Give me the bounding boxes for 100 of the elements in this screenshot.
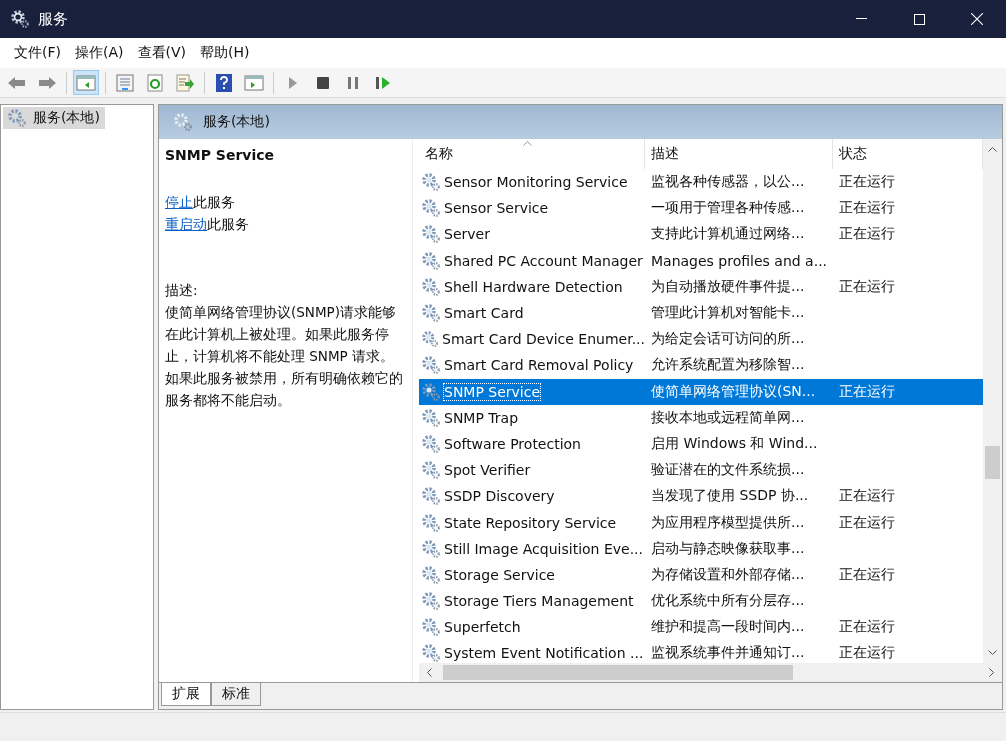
- refresh-icon: [145, 73, 165, 92]
- description-cell: 启用 Windows 和 Wind...: [651, 434, 818, 453]
- view-tab[interactable]: 扩展: [161, 683, 211, 706]
- gears-icon: [173, 112, 193, 132]
- console-tree-button[interactable]: [73, 70, 99, 95]
- gears-icon: [421, 381, 441, 402]
- horizontal-scrollbar[interactable]: [419, 663, 1002, 682]
- service-name-cell: Smart Card Removal Policy: [444, 357, 634, 374]
- window-title: 服务: [38, 9, 68, 29]
- service-row[interactable]: Server 支持此计算机通过网络... 正在运行: [419, 221, 983, 248]
- service-name-cell: Shared PC Account Manager: [444, 252, 643, 269]
- description-cell: Manages profiles and a...: [651, 252, 828, 269]
- vertical-scrollbar[interactable]: [983, 139, 1002, 663]
- service-row[interactable]: Smart Card 管理此计算机对智能卡...: [419, 299, 983, 327]
- document-icon: [115, 73, 135, 92]
- service-row[interactable]: Smart Card Device Enumer... 为给定会话可访问的所...: [419, 326, 983, 353]
- tree-item[interactable]: 服务(本地): [3, 107, 105, 129]
- scroll-up-icon: [988, 147, 997, 152]
- status-cell: 正在运行: [839, 225, 895, 244]
- panel-title: 服务(本地): [203, 113, 270, 131]
- scroll-down-icon: [988, 650, 997, 655]
- description-cell: 一项用于管理各种传感...: [651, 199, 805, 218]
- gears-icon: [421, 276, 441, 297]
- gears-icon: [421, 486, 441, 507]
- description-cell: 接收本地或远程简单网...: [651, 408, 805, 427]
- gears-icon: [421, 564, 441, 585]
- status-cell: 正在运行: [839, 618, 895, 637]
- description-cell: 为存储设置和外部存储...: [651, 565, 805, 584]
- service-name-cell: Sensor Service: [444, 200, 549, 217]
- service-row[interactable]: SNMP Service 使简单网络管理协议(SN... 正在运行: [419, 378, 983, 405]
- scroll-thumb[interactable]: [443, 665, 793, 680]
- status-cell: 正在运行: [839, 513, 895, 532]
- service-row[interactable]: Software Protection 启用 Windows 和 Wind...: [419, 430, 983, 458]
- pane-icon: [76, 73, 96, 92]
- service-row[interactable]: Still Image Acquisition Eve... 启动与静态映像获取事...: [419, 535, 983, 562]
- service-name: SNMP Service: [165, 147, 276, 163]
- gears-icon: [10, 9, 30, 29]
- gears-icon: [421, 329, 439, 350]
- description-cell: 当发现了使用 SSDP 协...: [651, 487, 809, 506]
- close-icon: [971, 13, 983, 25]
- service-row[interactable]: Superfetch 维护和提高一段时间内... 正在运行: [419, 614, 983, 641]
- gears-icon: [421, 460, 441, 481]
- action-link[interactable]: 重启动: [165, 216, 207, 232]
- menu-item[interactable]: 查看(V): [130, 44, 193, 62]
- scroll-thumb[interactable]: [985, 446, 1000, 479]
- gears-icon: [421, 591, 441, 612]
- status-cell: 正在运行: [839, 199, 895, 218]
- service-name-cell: Storage Tiers Management: [444, 593, 634, 610]
- service-row[interactable]: Spot Verifier 验证潜在的文件系统损...: [419, 457, 983, 484]
- menu-item[interactable]: 文件(F): [7, 44, 68, 62]
- service-row[interactable]: Storage Service 为存储设置和外部存储... 正在运行: [419, 561, 983, 588]
- column-header[interactable]: 名称: [419, 139, 645, 169]
- description-cell: 为给定会话可访问的所...: [651, 330, 805, 349]
- service-row[interactable]: Sensor Service 一项用于管理各种传感... 正在运行: [419, 195, 983, 222]
- description-cell: 为自动播放硬件事件提...: [651, 277, 805, 296]
- menu-item[interactable]: 帮助(H): [193, 44, 257, 62]
- gears-icon: [421, 355, 441, 376]
- status-cell: 正在运行: [839, 487, 895, 506]
- description-cell: 管理此计算机对智能卡...: [651, 304, 805, 323]
- column-header[interactable]: 描述: [645, 139, 833, 169]
- service-row[interactable]: Shared PC Account Manager Manages profiles and a...: [419, 247, 983, 274]
- service-row[interactable]: Storage Tiers Management 优化系统中所有分层存...: [419, 588, 983, 615]
- service-name-cell: SNMP Trap: [444, 409, 519, 426]
- gears-icon: [421, 250, 441, 271]
- service-name-cell: Storage Service: [444, 566, 555, 583]
- service-name-cell: Server: [444, 226, 490, 243]
- description-label: 描述:: [165, 281, 199, 300]
- gears-icon: [421, 407, 441, 428]
- service-row[interactable]: State Repository Service 为应用程序模型提供所... 正在运行: [419, 509, 983, 536]
- service-name-cell: Smart Card Device Enumer...: [442, 331, 645, 348]
- view-tab[interactable]: 标准: [211, 683, 261, 706]
- service-row[interactable]: Shell Hardware Detection 为自动播放硬件事件提... 正在运行: [419, 273, 983, 300]
- gears-icon: [421, 512, 441, 533]
- service-row[interactable]: Sensor Monitoring Service 监视各种传感器，以公... 正在运行: [419, 169, 983, 196]
- status-cell: 正在运行: [839, 173, 895, 192]
- description-cell: 允许系统配置为移除智...: [651, 356, 805, 375]
- service-name-cell: SNMP Service: [444, 383, 541, 400]
- service-name-cell: Spot Verifier: [444, 462, 531, 479]
- gears-icon: [7, 108, 27, 128]
- service-name-cell: Sensor Monitoring Service: [444, 174, 628, 191]
- action-link[interactable]: 停止: [165, 194, 193, 210]
- question-mark-icon: [214, 73, 234, 92]
- status-cell: 正在运行: [839, 382, 895, 401]
- service-name-cell: SSDP Discovery: [444, 488, 555, 505]
- export-icon: [175, 73, 195, 92]
- status-cell: 正在运行: [839, 565, 895, 584]
- service-row[interactable]: SSDP Discovery 当发现了使用 SSDP 协... 正在运行: [419, 483, 983, 510]
- gears-icon: [421, 198, 441, 219]
- service-name-cell: Software Protection: [444, 435, 581, 452]
- service-row[interactable]: System Event Notification ... 监视系统事件并通知订... 正在运行: [419, 640, 983, 663]
- service-name-cell: State Repository Service: [444, 514, 617, 531]
- service-row[interactable]: SNMP Trap 接收本地或远程简单网...: [419, 404, 983, 431]
- description-cell: 验证潜在的文件系统损...: [651, 461, 805, 480]
- gears-icon: [421, 172, 441, 193]
- scroll-right-icon: [989, 668, 994, 677]
- service-row[interactable]: Smart Card Removal Policy 允许系统配置为移除智...: [419, 352, 983, 379]
- description-cell: 使简单网络管理协议(SN...: [651, 382, 816, 401]
- service-name-cell: Shell Hardware Detection: [444, 278, 623, 295]
- menu-item[interactable]: 操作(A): [68, 44, 131, 62]
- service-name-cell: System Event Notification ...: [444, 645, 644, 662]
